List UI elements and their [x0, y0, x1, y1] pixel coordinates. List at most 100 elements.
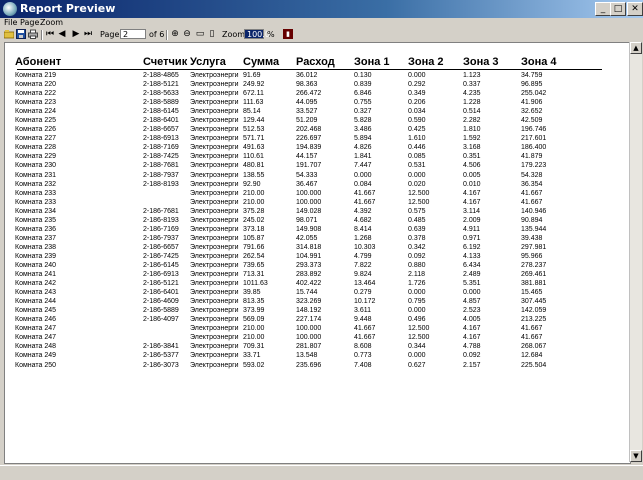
cell-zone-4: 54.328 [521, 171, 543, 179]
table-row: Комната 230 2-188-7681 Электроэнерги 480.81… [5, 161, 625, 170]
cell-zone-4: 15.465 [521, 289, 543, 297]
cell-zone-1: 9.824 [354, 271, 372, 279]
table-row: Комната 245 2-186-5889 Электроэнерги 373.99… [5, 306, 625, 315]
zoom-label: Zoom [222, 30, 246, 39]
report-rows: Комната 219 2-188-4865 Электроэнерги 91.69 3… [5, 71, 625, 370]
cell-meter: 2-186-7425 [143, 252, 179, 260]
cell-zone-2: 2.118 [408, 271, 425, 279]
table-row: Комната 222 2-188-5633 Электроэнерги 672.11… [5, 89, 625, 98]
cell-consumption: 100.000 [296, 189, 322, 197]
zoom-in-icon[interactable]: ⊕ [170, 29, 180, 39]
cell-zone-3: 2.282 [463, 117, 481, 125]
column-header-zone-3: Зона 3 [463, 56, 499, 68]
cell-meter: 2-188-7681 [143, 162, 179, 170]
print-icon[interactable] [28, 29, 38, 39]
exit-icon[interactable]: ▮ [283, 29, 293, 39]
status-bar [0, 465, 643, 480]
cell-zone-1: 4.826 [354, 144, 372, 152]
cell-zone-1: 10.172 [354, 298, 376, 306]
cell-meter: 2-186-6913 [143, 271, 179, 279]
cell-sum: 245.02 [243, 216, 265, 224]
cell-zone-4: 255.042 [521, 90, 547, 98]
cell-zone-3: 0.514 [463, 108, 481, 116]
table-row: Комната 238 2-186-6657 Электроэнерги 791.66… [5, 243, 625, 252]
table-row: Комната 247 Электроэнерги 210.00 100.000 41.… [5, 324, 625, 333]
save-icon[interactable] [16, 29, 26, 39]
cell-zone-2: 0.085 [408, 153, 426, 161]
menu-page[interactable]: Page [20, 18, 39, 27]
cell-service: Электроэнерги [190, 153, 239, 161]
scroll-down-button[interactable]: ▼ [630, 450, 642, 462]
cell-service: Электроэнерги [190, 90, 239, 98]
cell-meter: 2-186-6401 [143, 289, 179, 297]
menu-file[interactable]: File [4, 18, 17, 27]
open-icon[interactable] [3, 29, 15, 39]
cell-sum: 672.11 [243, 90, 264, 98]
cell-zone-3: 3.114 [463, 207, 480, 215]
last-page-icon[interactable]: ⏭ [83, 29, 93, 39]
cell-sum: 110.61 [243, 153, 264, 161]
cell-subscriber: Комната 233 [15, 189, 57, 197]
close-button[interactable]: ✕ [627, 2, 643, 16]
cell-consumption: 226.697 [296, 135, 322, 143]
cell-zone-2: 0.342 [408, 243, 426, 251]
cell-zone-2: 0.496 [408, 316, 426, 324]
cell-zone-4: 142.059 [521, 307, 547, 315]
cell-zone-4: 269.461 [521, 271, 547, 279]
cell-zone-1: 9.448 [354, 316, 372, 324]
cell-zone-1: 8.608 [354, 343, 372, 351]
cell-sum: 491.63 [243, 144, 265, 152]
cell-zone-2: 0.000 [408, 307, 426, 315]
cell-zone-2: 0.034 [408, 108, 426, 116]
cell-subscriber: Комната 247 [15, 325, 57, 333]
cell-meter: 2-188-6913 [143, 135, 179, 143]
cell-zone-2: 0.880 [408, 261, 426, 269]
scroll-up-button[interactable]: ▲ [630, 42, 642, 54]
cell-zone-2: 12.500 [408, 325, 430, 333]
cell-subscriber: Комната 241 [15, 271, 57, 279]
cell-meter: 2-186-5377 [143, 352, 179, 360]
page-width-icon[interactable]: ▭ [195, 29, 205, 39]
prev-page-icon[interactable]: ◀ [57, 29, 67, 39]
zoom-input[interactable]: 100.0 [244, 29, 270, 39]
cell-consumption: 402.422 [296, 280, 322, 288]
page-number-input[interactable]: 2 [120, 29, 146, 39]
table-row: Комната 243 2-186-6401 Электроэнерги 39.85 1… [5, 288, 625, 297]
first-page-icon[interactable]: ⏮ [45, 29, 55, 39]
cell-service: Электроэнерги [190, 72, 239, 79]
cell-meter: 2-186-6657 [143, 243, 179, 251]
cell-zone-3: 6.192 [463, 243, 481, 251]
app-icon [3, 2, 17, 16]
cell-sum: 593.02 [243, 361, 265, 369]
vertical-scrollbar[interactable]: ▲ ▼ [629, 42, 642, 462]
next-page-icon[interactable]: ▶ [71, 29, 81, 39]
maximize-button[interactable]: □ [610, 2, 626, 16]
zoom-unit: % [267, 30, 275, 39]
menu-zoom[interactable]: Zoom [40, 18, 63, 27]
cell-zone-3: 0.337 [463, 81, 481, 89]
minimize-button[interactable]: _ [595, 2, 611, 16]
cell-sum: 39.85 [243, 289, 261, 297]
table-row: Комната 235 2-186-8193 Электроэнерги 245.02… [5, 216, 625, 225]
cell-service: Электроэнерги [190, 289, 239, 297]
cell-sum: 92.90 [243, 180, 261, 188]
cell-service: Электроэнерги [190, 316, 239, 324]
cell-subscriber: Комната 229 [15, 153, 57, 161]
cell-consumption: 266.472 [296, 90, 322, 98]
whole-page-icon[interactable]: ▯ [207, 29, 217, 39]
cell-service: Электроэнерги [190, 135, 239, 143]
cell-subscriber: Комната 225 [15, 117, 57, 125]
cell-zone-3: 4.167 [463, 325, 481, 333]
cell-consumption: 98.363 [296, 81, 318, 89]
cell-service: Электроэнерги [190, 234, 239, 242]
cell-consumption: 191.707 [296, 162, 322, 170]
zoom-out-icon[interactable]: ⊖ [182, 29, 192, 39]
cell-subscriber: Комната 228 [15, 144, 57, 152]
cell-consumption: 36.012 [296, 72, 318, 79]
cell-meter: 2-188-6657 [143, 126, 179, 134]
cell-zone-3: 5.351 [463, 280, 481, 288]
cell-zone-3: 0.092 [463, 352, 481, 360]
cell-zone-2: 0.206 [408, 99, 426, 107]
table-row: Комната 224 2-188-6145 Электроэнерги 85.14 3… [5, 107, 625, 116]
header-divider [17, 69, 602, 70]
